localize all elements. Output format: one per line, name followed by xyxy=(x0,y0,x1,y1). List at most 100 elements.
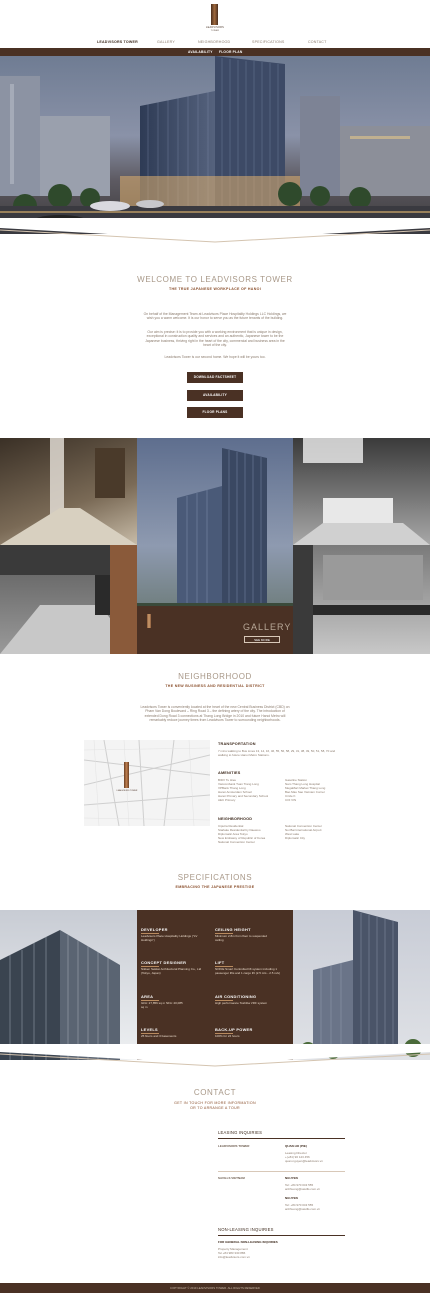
amenities-left: BIDV Tu Hieu Vietcombank Tuan Trang Long… xyxy=(218,778,282,802)
reception-illustration xyxy=(293,438,430,545)
non-leasing-heading: NON-LEASING INQUIRIES xyxy=(218,1227,274,1232)
spec-image-left xyxy=(0,910,137,1060)
gallery-image-restroom[interactable] xyxy=(293,545,430,654)
spec-label: LIFT xyxy=(215,960,225,965)
footer-copyright: COPYRIGHT © 2019 LEADVISORS TOWER. ALL R… xyxy=(170,1286,260,1290)
neighborhood-subtitle: THE NEW BUSINESS AND RESIDENTIAL DISTRIC… xyxy=(165,684,265,688)
welcome-paragraph-2: Our aim is precise: it is to provide you… xyxy=(145,330,285,348)
specifications-section: DEVELOPER Leadvisors Place Hospitality H… xyxy=(0,910,430,1060)
amenities-right: Gasoline Station Nam Thang Long Hospital… xyxy=(285,778,345,802)
page: { "brand":{"logo_line1":"LEADVISORS","lo… xyxy=(0,0,430,1293)
specifications-subtitle: EMBRACING THE JAPANESE PRESTIGE xyxy=(175,885,255,889)
spec-label: BACK-UP POWER xyxy=(215,1027,253,1032)
neighborhood-map[interactable]: LEADVISORS TOWER xyxy=(84,740,210,826)
spec-label: DEVELOPER xyxy=(141,927,168,932)
brand-logo[interactable]: LEADVISORS TOWER xyxy=(201,4,229,36)
spec-label: LEVELS xyxy=(141,1027,158,1032)
gallery-section xyxy=(0,438,430,654)
spec-label: AREA xyxy=(141,994,154,999)
map-tower-marker xyxy=(124,762,129,788)
gallery-image-corridor[interactable] xyxy=(0,545,137,654)
specifications-title: SPECIFICATIONS xyxy=(177,873,253,882)
transportation-heading: TRANSPORTATION xyxy=(218,742,256,746)
nav-item-contact[interactable]: CONTACT xyxy=(308,40,327,44)
non-leasing-subtitle: FOR GENERAL NON-LEASING INQUIRIES xyxy=(218,1240,278,1244)
amenity-item: AEC Primary xyxy=(218,797,236,802)
neighborhood-list-heading: NEIGHBORHOOD xyxy=(218,817,253,821)
neighborhood-left: Ciputra Residential Starlake Residential… xyxy=(218,824,282,845)
spec-value: 100% for 24 hours xyxy=(215,1034,240,1038)
logo-subtext: TOWER xyxy=(210,30,220,32)
nav-item-gallery[interactable]: GALLERY xyxy=(157,40,175,44)
spec-left-illustration xyxy=(0,930,120,1060)
non-leasing-divider xyxy=(218,1235,345,1236)
availability-button[interactable]: AVAILABILITY xyxy=(187,390,243,401)
spec-right-illustration xyxy=(300,910,422,1059)
map-illustration xyxy=(84,740,210,826)
main-nav: LEADVISORS TOWER GALLERY NEIGHBORHOOD SP… xyxy=(0,40,430,46)
welcome-subtitle: THE TRUE JAPANESE WORKPLACE OF HANOI xyxy=(169,287,261,291)
spec-divider-chevron xyxy=(0,1044,430,1067)
logo-mark xyxy=(211,4,218,25)
neighborhood-intro: Leadvisors Tower is conveniently located… xyxy=(140,705,290,723)
spec-value: Leadvisors Place Hospitality Holdings ("… xyxy=(141,934,198,942)
hero-divider xyxy=(0,218,430,243)
contact-company-savills: SAVILLS VIETNAM xyxy=(218,1176,245,1180)
contact-name: NGUYEN xyxy=(285,1176,298,1180)
contact-name: QUAN HO (PIE) xyxy=(285,1144,307,1148)
see-more-button[interactable]: SEE MORE xyxy=(244,636,280,643)
footer: COPYRIGHT © 2019 LEADVISORS TOWER. ALL R… xyxy=(0,1283,430,1293)
spec-value: High performance Toshiba VRF system xyxy=(215,1001,268,1005)
download-factsheet-button[interactable]: DOWNLOAD FACTSHEET xyxy=(187,372,243,383)
contact-line[interactable]: anhhuong@savills.com.vn xyxy=(285,1207,345,1212)
spec-image-right xyxy=(293,910,430,1060)
gallery-image-lobby[interactable] xyxy=(0,438,137,545)
contact-line[interactable]: info@leadvisors.com.vn xyxy=(218,1255,298,1260)
non-leasing-details: Property Management Tel +84 983 330 886 … xyxy=(218,1247,298,1260)
spec-value: GFA: 27,856 sq m NFA: 20,085 sq m xyxy=(141,1001,183,1009)
spec-label: CONCEPT DESIGNER xyxy=(141,960,187,965)
contact-company-leadvisors: LEADVISORS TOWER xyxy=(218,1144,250,1148)
neighborhood-item: National Convention Center xyxy=(218,839,255,844)
logo-text: LEADVISORS xyxy=(206,26,224,29)
subnav-floor-plan[interactable]: FLOOR PLAN xyxy=(219,50,242,54)
contact-line[interactable]: quan.nguyen@leadvisors.vn xyxy=(285,1159,345,1164)
neighborhood-item: Diplomatic City xyxy=(285,835,306,840)
restroom-illustration xyxy=(293,545,430,654)
contact-subtitle-2: OR TO ARRANGE A TOUR xyxy=(190,1106,240,1110)
neighborhood-title: NEIGHBORHOOD xyxy=(178,672,252,681)
contact-line[interactable]: anhhuong@savills.com.vn xyxy=(285,1187,345,1192)
welcome-title: WELCOME TO LEADVISORS TOWER xyxy=(137,275,293,284)
gallery-logo-mark xyxy=(147,614,151,628)
spec-value: NOKIE Smart Controlled lift system inclu… xyxy=(215,967,281,975)
leasing-inquiries-heading: LEASING INQUIRIES xyxy=(218,1130,263,1135)
amenities-heading: AMENITIES xyxy=(218,771,241,775)
spec-value: Minimum 2.8m from floor to suspended cei… xyxy=(215,934,268,942)
contact-details: Leasing Director +(+84) 90 123 456 quan.… xyxy=(285,1151,345,1164)
sub-nav: AVAILABILITY FLOOR PLAN xyxy=(0,48,430,56)
welcome-paragraph-3: Leadvisors Tower is our second home. We … xyxy=(164,355,266,359)
contact-details: Tel: +84 970 043 555 anhhuong@savills.co… xyxy=(285,1203,345,1212)
hero-illustration xyxy=(0,56,430,234)
map-marker-label: LEADVISORS TOWER xyxy=(116,790,138,792)
spec-value: Nikken Sekkei Architectural Planning Co.… xyxy=(141,967,202,975)
contact-subtitle-1: GET IN TOUCH FOR MORE INFORMATION xyxy=(174,1101,256,1105)
spec-panel: DEVELOPER Leadvisors Place Hospitality H… xyxy=(137,910,293,1060)
corridor-illustration xyxy=(0,545,137,654)
contact-details: Tel: +84 970 043 555 anhhuong@savills.co… xyxy=(285,1183,345,1192)
floor-plans-button[interactable]: FLOOR PLANS xyxy=(187,407,243,418)
amenity-item: COI VIN xyxy=(285,797,297,802)
spec-label: AIR CONDITIONING xyxy=(215,994,257,999)
transportation-text: 7 mins walking to Bus Lines 13, 14, 16, … xyxy=(218,749,336,757)
hero-image xyxy=(0,56,430,234)
row-divider xyxy=(218,1171,345,1172)
contact-title: CONTACT xyxy=(193,1088,237,1097)
nav-item-leadvisors-tower[interactable]: LEADVISORS TOWER xyxy=(97,40,138,44)
nav-item-specifications[interactable]: SPECIFICATIONS xyxy=(252,40,285,44)
nav-item-neighborhood[interactable]: NEIGHBORHOOD xyxy=(198,40,230,44)
spec-label: CEILING HEIGHT xyxy=(215,927,251,932)
welcome-paragraph-1: On behalf of the Management Team at Lead… xyxy=(143,312,287,321)
subnav-availability[interactable]: AVAILABILITY xyxy=(188,50,213,54)
contact-name: NGUYEN xyxy=(285,1196,298,1200)
gallery-image-reception[interactable] xyxy=(293,438,430,545)
